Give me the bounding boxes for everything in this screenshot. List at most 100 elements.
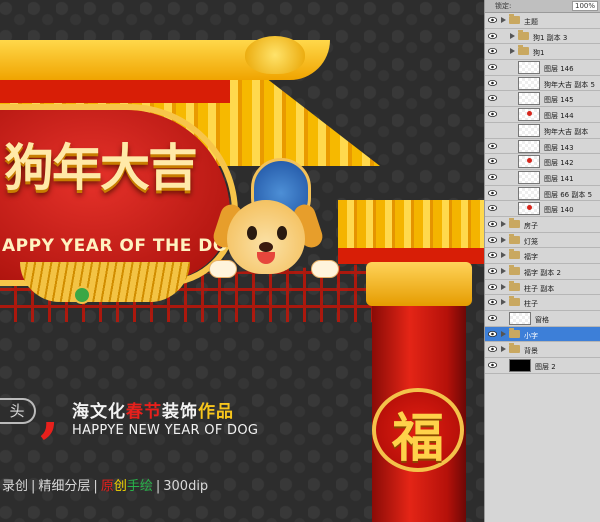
golden-fan <box>20 262 190 302</box>
visibility-eye-icon[interactable] <box>488 315 497 322</box>
slogan-segment: 春节 <box>126 402 162 422</box>
visibility-eye-icon[interactable] <box>488 17 497 23</box>
slogan-segment: 作品 <box>198 402 234 422</box>
visibility-eye-icon[interactable] <box>488 142 497 149</box>
layer-group-row[interactable]: 狗1 <box>485 44 600 61</box>
layer-name: 图层 141 <box>544 174 574 183</box>
layer-row[interactable]: 图层 142 <box>485 154 600 170</box>
expand-arrow-icon[interactable] <box>501 252 506 259</box>
slogan-segment: 海文化 <box>72 402 126 422</box>
layer-row[interactable]: 图层 143 <box>485 139 600 155</box>
layer-thumbnail <box>518 155 540 169</box>
right-roof-tiles <box>338 200 484 252</box>
visibility-eye-icon[interactable] <box>488 111 497 118</box>
layer-row[interactable]: 图层 146 <box>485 60 600 76</box>
layer-group-row[interactable]: 小字 <box>485 326 600 343</box>
layer-group-row[interactable]: 背景 <box>485 342 600 359</box>
visibility-eye-icon[interactable] <box>488 330 497 337</box>
layer-name: 图层 145 <box>544 96 574 105</box>
layer-name: 图层 144 <box>544 112 574 121</box>
layer-row[interactable]: 窗格 <box>485 311 600 327</box>
visibility-eye-icon[interactable] <box>488 189 497 196</box>
expand-arrow-icon[interactable] <box>501 17 506 23</box>
logo-badge-char: 头 <box>9 402 25 420</box>
expand-arrow-icon[interactable] <box>501 236 506 243</box>
layer-group-row[interactable]: 狗1 副本 3 <box>485 29 600 45</box>
footer-tagline: 录创 | 精细分层 | 原创手绘 | 300dip <box>2 475 208 494</box>
visibility-eye-icon[interactable] <box>488 252 497 259</box>
layer-row[interactable]: 图层 66 副本 5 <box>485 186 600 202</box>
logo-badge: 头 <box>0 398 36 424</box>
footer-segment: 手绘 <box>126 479 153 494</box>
visibility-eye-icon[interactable] <box>488 299 497 306</box>
layer-name: 狗年大吉 副本 <box>544 127 589 136</box>
title-chinese: 狗年大吉 <box>4 138 198 197</box>
expand-arrow-icon[interactable] <box>501 268 506 274</box>
visibility-eye-icon[interactable] <box>488 79 497 86</box>
layer-row[interactable]: 图层 145 <box>485 91 600 108</box>
layers-panel: 锁定: 100% 主题 狗1 副本 3 狗1 图层 146 狗年大吉 副本 5 图层 14… <box>484 0 600 522</box>
opacity-field[interactable]: 100% <box>571 1 598 11</box>
layer-group-row[interactable]: 主题 <box>485 13 600 29</box>
visibility-eye-icon[interactable] <box>488 127 497 133</box>
visibility-eye-icon[interactable] <box>488 48 497 55</box>
footer-segment: 精细分层 <box>38 479 91 494</box>
visibility-eye-icon[interactable] <box>488 173 497 180</box>
layer-row[interactable]: 图层 144 <box>485 107 600 123</box>
layer-thumbnail <box>518 108 540 122</box>
visibility-eye-icon[interactable] <box>488 64 497 71</box>
expand-arrow-icon[interactable] <box>510 32 515 39</box>
artwork-canvas[interactable]: 狗年大吉 APPY YEAR OF THE DOG 福 头 , 海文化春节装饰作… <box>0 0 484 522</box>
footer-segment: 300dip <box>163 479 209 494</box>
visibility-eye-icon[interactable] <box>488 205 497 212</box>
visibility-eye-icon[interactable] <box>488 32 497 39</box>
layer-group-row[interactable]: 福字 副本 2 <box>485 264 600 280</box>
folder-icon <box>509 265 520 275</box>
slogan-english: HAPPYE NEW YEAR OF DOG <box>72 423 259 438</box>
layer-row[interactable]: 狗年大吉 副本 <box>485 123 600 139</box>
layer-name: 狗年大吉 副本 5 <box>544 80 595 89</box>
folder-icon <box>509 249 520 260</box>
expand-arrow-icon[interactable] <box>510 48 515 55</box>
footer-separator: | <box>155 479 161 494</box>
expand-arrow-icon[interactable] <box>501 283 506 290</box>
layer-name: 背景 <box>524 347 538 356</box>
expand-arrow-icon[interactable] <box>501 220 506 227</box>
layer-group-row[interactable]: 福字 <box>485 248 600 264</box>
pillar-cap <box>366 262 472 306</box>
folder-icon <box>518 29 529 40</box>
layer-group-row[interactable]: 房子 <box>485 217 600 233</box>
layer-row[interactable]: 图层 141 <box>485 170 600 186</box>
visibility-eye-icon[interactable] <box>488 268 497 274</box>
layer-name: 福字 副本 2 <box>524 269 561 277</box>
layer-group-row[interactable]: 柱子 <box>485 295 600 312</box>
layer-thumbnail <box>518 202 540 216</box>
visibility-eye-icon[interactable] <box>488 158 497 165</box>
expand-arrow-icon[interactable] <box>501 346 506 353</box>
visibility-eye-icon[interactable] <box>488 236 497 243</box>
layers-panel-toolbar: 锁定: 100% <box>485 0 600 13</box>
layer-thumbnail <box>518 123 540 137</box>
layer-row[interactable]: 图层 2 <box>485 358 600 374</box>
layer-group-row[interactable]: 柱子 副本 <box>485 280 600 296</box>
visibility-eye-icon[interactable] <box>488 283 497 290</box>
layer-name: 图层 143 <box>544 143 574 152</box>
dog-eye-right <box>277 226 287 240</box>
expand-arrow-icon[interactable] <box>501 299 506 306</box>
visibility-eye-icon[interactable] <box>488 362 497 369</box>
layer-thumbnail <box>518 170 540 184</box>
folder-icon <box>509 280 520 291</box>
visibility-eye-icon[interactable] <box>488 220 497 227</box>
layer-name: 小字 <box>524 331 538 340</box>
layer-name: 窗格 <box>535 316 549 325</box>
visibility-eye-icon[interactable] <box>488 95 497 102</box>
dog-paw-left <box>209 260 237 278</box>
layer-thumbnail <box>518 61 540 75</box>
layer-row[interactable]: 图层 140 <box>485 201 600 217</box>
visibility-eye-icon[interactable] <box>488 346 497 353</box>
layer-group-row[interactable]: 灯笼 <box>485 233 600 249</box>
layer-row[interactable]: 狗年大吉 副本 5 <box>485 76 600 92</box>
expand-arrow-icon[interactable] <box>501 330 506 337</box>
fu-character: 福 <box>391 408 444 469</box>
dog-paw-right <box>311 260 339 278</box>
